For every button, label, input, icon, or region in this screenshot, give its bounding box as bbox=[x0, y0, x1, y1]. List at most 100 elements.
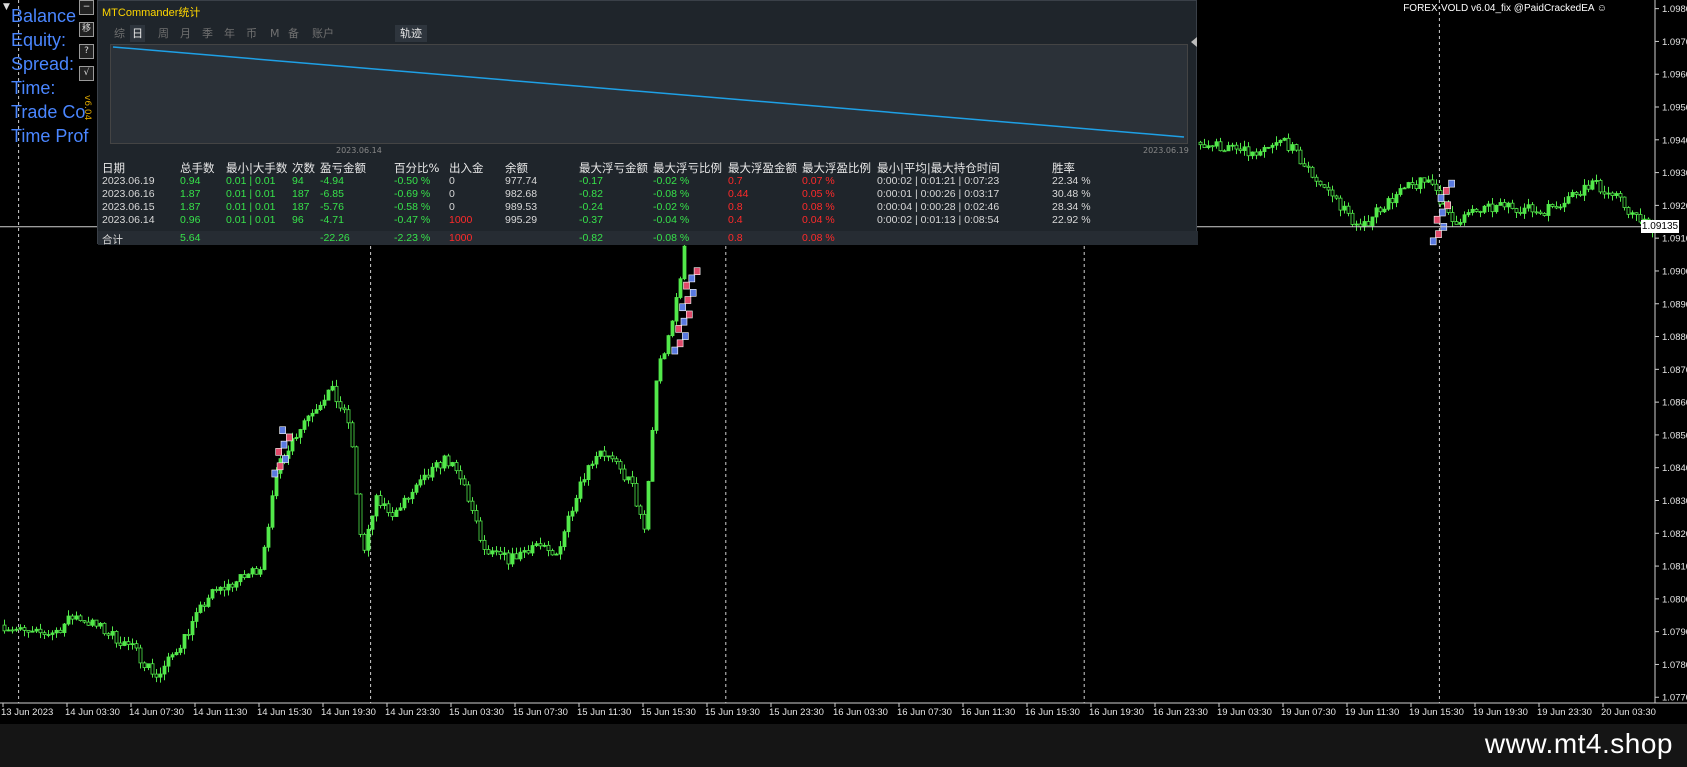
candle-body bbox=[1338, 197, 1343, 211]
chart-menu-icon[interactable]: ▼ bbox=[3, 2, 10, 12]
candle-body bbox=[1530, 204, 1535, 213]
time-axis-labels: 13 Jun 2023 14 Jun 03:30 14 Jun 07:30 14 Ju… bbox=[1, 703, 1656, 718]
candle-body bbox=[1238, 148, 1243, 151]
time-tick-label: 15 Jun 11:30 bbox=[577, 707, 631, 718]
candle-body bbox=[294, 436, 299, 440]
candle-body bbox=[166, 656, 171, 667]
candle-body bbox=[1618, 193, 1623, 198]
time-tick-label: 19 Jun 11:30 bbox=[1345, 707, 1399, 718]
candle-body bbox=[570, 510, 575, 517]
trade-marker bbox=[1433, 215, 1441, 224]
candle-body bbox=[230, 583, 235, 588]
stats-row[interactable]: 2023.06.19 0.94 0.01 | 0.01 94 -4.94 -0.50 % 0… bbox=[102, 175, 1192, 188]
candle-body bbox=[1214, 141, 1219, 147]
candle-body bbox=[674, 297, 679, 322]
candle-body bbox=[1486, 203, 1491, 207]
candle-body bbox=[566, 515, 571, 533]
stats-header-cell: 百分比% bbox=[394, 161, 440, 175]
candle-body bbox=[474, 510, 479, 522]
candle-body bbox=[1454, 221, 1459, 225]
panel-side-buttons: − 移 ? √ bbox=[79, 0, 95, 88]
tab-note[interactable]: 备 bbox=[286, 25, 301, 42]
stats-row[interactable]: 2023.06.16 1.87 0.01 | 0.01 187 -6.85 -0.69 %… bbox=[102, 188, 1192, 201]
candle-body bbox=[1426, 179, 1431, 183]
tab-month[interactable]: 月 bbox=[178, 25, 193, 42]
candle-body bbox=[1278, 139, 1283, 143]
candle-body bbox=[334, 385, 339, 403]
stats-cell: 0 bbox=[449, 188, 455, 200]
candle-body bbox=[518, 551, 523, 560]
stats-cell: 2023.06.14 bbox=[102, 214, 155, 226]
tab-track[interactable]: 轨迹 bbox=[395, 25, 427, 42]
candle-body bbox=[1518, 211, 1523, 214]
candle-body bbox=[182, 634, 187, 649]
candle-body bbox=[402, 497, 407, 509]
stats-cell: -0.37 bbox=[579, 214, 603, 226]
stats-cell: 2023.06.15 bbox=[102, 201, 155, 213]
time-tick-label: 14 Jun 07:30 bbox=[129, 707, 184, 718]
candle-body bbox=[70, 615, 75, 620]
tab-week[interactable]: 周 bbox=[156, 25, 171, 42]
stats-header-cell: 出入金 bbox=[449, 161, 484, 175]
price-tick-label: 1.07700 bbox=[1662, 693, 1687, 704]
stats-header-cell: 最大浮盈比例 bbox=[802, 161, 871, 175]
candle-body bbox=[418, 479, 423, 486]
tab-currency[interactable]: 币 bbox=[244, 25, 259, 42]
trade-marker bbox=[680, 317, 688, 326]
stats-panel[interactable]: MTCommander统计 综 日 周 月 季 年 币 M 备 账户 轨迹 20… bbox=[97, 0, 1198, 246]
confirm-button[interactable]: √ bbox=[79, 66, 94, 81]
candle-body bbox=[90, 619, 95, 626]
tab-quarter[interactable]: 季 bbox=[200, 25, 215, 42]
hud-balance: Balance bbox=[11, 6, 77, 26]
candle-body bbox=[266, 526, 271, 548]
candle-body bbox=[238, 574, 243, 583]
candle-body bbox=[514, 553, 519, 560]
candle-body bbox=[1306, 165, 1311, 168]
candle-body bbox=[1310, 166, 1315, 178]
minimize-button[interactable]: − bbox=[79, 0, 94, 15]
panel-resize-handle[interactable] bbox=[1191, 37, 1197, 47]
candle-body bbox=[446, 455, 451, 467]
stats-cell: 0.8 bbox=[728, 201, 743, 213]
tab-summary[interactable]: 综 bbox=[112, 25, 127, 42]
candle-body bbox=[1506, 202, 1511, 208]
candle-body bbox=[1498, 202, 1503, 206]
stats-row[interactable]: 2023.06.14 0.96 0.01 | 0.01 96 -4.71 -0.47 % 1… bbox=[102, 214, 1192, 227]
candle-body bbox=[1434, 183, 1439, 191]
stats-cell: 977.74 bbox=[505, 175, 538, 187]
stats-total: 合计 5.64 -22.26 -2.23 % 1000 -0.82 -0.08 % 0.8 0.… bbox=[102, 232, 1192, 246]
price-tick-label: 1.09800 bbox=[1662, 4, 1687, 15]
candle-body bbox=[1510, 202, 1515, 209]
candle-body bbox=[1286, 137, 1291, 151]
tab-magic[interactable]: M bbox=[268, 25, 282, 42]
tab-account[interactable]: 账户 bbox=[310, 25, 336, 42]
candle-body bbox=[262, 546, 267, 570]
candle-body bbox=[602, 450, 607, 457]
candle-body bbox=[1466, 212, 1471, 216]
candle-body bbox=[654, 380, 659, 431]
candle-body bbox=[1430, 179, 1435, 185]
stats-row[interactable]: 2023.06.15 1.87 0.01 | 0.01 187 -5.76 -0.58 %… bbox=[102, 201, 1192, 214]
help-button[interactable]: ? bbox=[79, 44, 94, 59]
candle-body bbox=[502, 552, 507, 555]
price-tick-label: 1.09500 bbox=[1662, 103, 1687, 114]
candle-body bbox=[1626, 207, 1631, 215]
candle-body bbox=[1574, 192, 1579, 195]
candle-body bbox=[1542, 213, 1547, 216]
move-button[interactable]: 移 bbox=[79, 22, 94, 37]
time-tick-label: 15 Jun 15:30 bbox=[641, 707, 696, 718]
tab-year[interactable]: 年 bbox=[222, 25, 237, 42]
candle-body bbox=[366, 528, 371, 551]
candle-body bbox=[258, 569, 263, 575]
candle-body bbox=[250, 568, 255, 575]
candle-body bbox=[522, 550, 527, 553]
trade-marker bbox=[1439, 208, 1446, 217]
price-tick-label: 1.08800 bbox=[1662, 332, 1687, 343]
stats-cell: -0.50 % bbox=[394, 175, 431, 187]
current-price-box: 1.09135 bbox=[1641, 219, 1679, 233]
candle-body bbox=[454, 462, 459, 472]
trade-marker bbox=[280, 440, 288, 449]
stats-cell: 2023.06.16 bbox=[102, 188, 155, 200]
tab-day[interactable]: 日 bbox=[130, 25, 145, 42]
candle-body bbox=[202, 604, 207, 607]
